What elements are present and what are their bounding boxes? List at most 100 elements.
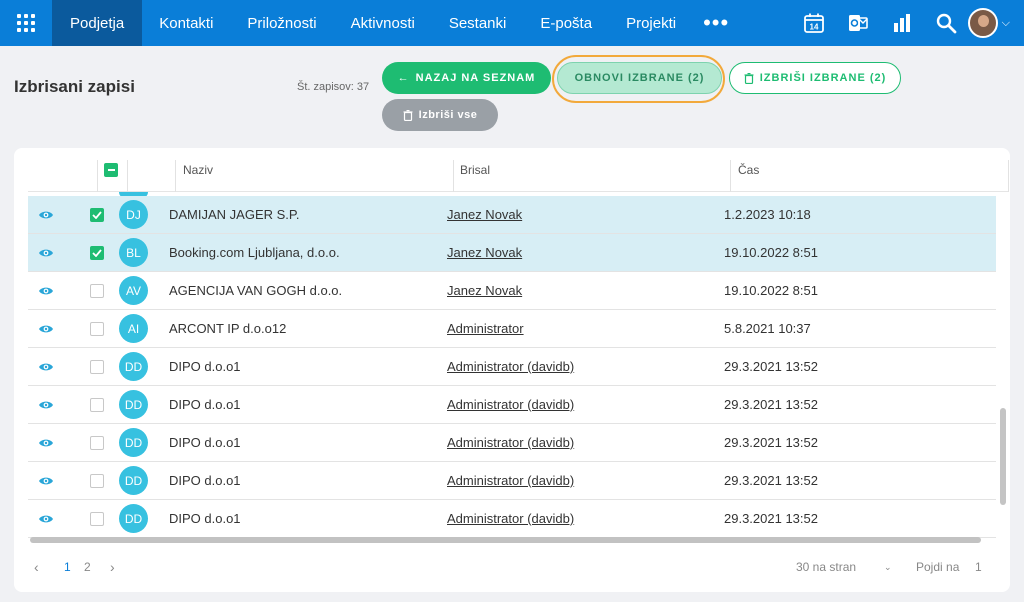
deleted-time: 29.3.2021 13:52: [724, 473, 818, 488]
record-name: DIPO d.o.o1: [169, 359, 241, 374]
table-row[interactable]: DD DIPO d.o.o1 Administrator (davidb) 29…: [28, 462, 996, 500]
restore-selected-button[interactable]: OBNOVI IZBRANE (2): [557, 62, 722, 94]
restore-selected-label: OBNOVI IZBRANE (2): [574, 72, 705, 84]
page-title: Izbrisani zapisi: [14, 77, 135, 96]
column-header-cas[interactable]: Čas: [738, 148, 759, 192]
delete-selected-label: IZBRIŠI IZBRANE (2): [759, 72, 887, 84]
table-row[interactable]: AI ARCONT IP d.o.o12 Administrator 5.8.2…: [28, 310, 996, 348]
back-to-list-button[interactable]: ← NAZAJ NA SEZNAM: [382, 62, 551, 94]
calendar-icon: 14: [803, 13, 824, 33]
eye-icon: [39, 211, 53, 218]
row-checkbox[interactable]: [90, 284, 104, 298]
nav-more-button[interactable]: •••: [693, 0, 739, 46]
search-button[interactable]: [924, 0, 968, 46]
table-row[interactable]: AV AGENCIJA VAN GOGH d.o.o. Janez Novak …: [28, 272, 996, 310]
deleted-time: 29.3.2021 13:52: [724, 359, 818, 374]
view-record-button[interactable]: [38, 462, 54, 499]
row-checkbox[interactable]: [90, 322, 104, 336]
select-all-checkbox[interactable]: [104, 148, 118, 192]
column-header-brisal[interactable]: Brisal: [460, 148, 490, 192]
column-divider: [730, 160, 731, 192]
apps-menu-button[interactable]: [0, 0, 52, 46]
row-checkbox[interactable]: [90, 246, 104, 260]
pagination: ‹ 1 2 › 30 na stran ⌄ Pojdi na 1: [14, 556, 1010, 586]
deleted-by-link[interactable]: Administrator: [447, 310, 524, 347]
delete-all-button[interactable]: Izbriši vse: [382, 99, 498, 131]
row-checkbox[interactable]: [90, 474, 104, 488]
record-name: ARCONT IP d.o.o12: [169, 321, 287, 336]
nav-priloznosti[interactable]: Priložnosti: [230, 0, 333, 46]
bar-chart-icon: [893, 14, 910, 32]
record-name: DIPO d.o.o1: [169, 435, 241, 450]
deleted-by-link[interactable]: Janez Novak: [447, 272, 522, 309]
user-avatar[interactable]: [967, 8, 998, 38]
avatar-initials: DD: [124, 473, 143, 488]
view-record-button[interactable]: [38, 310, 54, 347]
main-nav: Podjetja Kontakti Priložnosti Aktivnosti…: [52, 0, 739, 46]
table-row[interactable]: DD DIPO d.o.o1 Administrator (davidb) 29…: [28, 424, 996, 462]
view-record-button[interactable]: [38, 272, 54, 309]
deleted-records-table: Naziv Brisal Čas DJ DAMIJAN JAGER S.P. J…: [14, 148, 1010, 592]
nav-aktivnosti[interactable]: Aktivnosti: [334, 0, 432, 46]
svg-text:14: 14: [809, 23, 818, 32]
page-2[interactable]: 2: [84, 556, 91, 578]
table-row[interactable]: DD DIPO d.o.o1 Administrator (davidb) 29…: [28, 500, 996, 538]
table-row[interactable]: DD DIPO d.o.o1 Administrator (davidb) 29…: [28, 386, 996, 424]
goto-label: Pojdi na: [916, 560, 960, 574]
table-body: DJ DAMIJAN JAGER S.P. Janez Novak 1.2.20…: [28, 196, 996, 538]
chevron-down-icon[interactable]: ⌄: [884, 556, 892, 578]
column-divider: [97, 160, 98, 192]
nav-sestanki[interactable]: Sestanki: [432, 0, 524, 46]
deleted-by-link[interactable]: Janez Novak: [447, 196, 522, 233]
row-checkbox[interactable]: [90, 512, 104, 526]
deleted-by-link[interactable]: Administrator (davidb): [447, 424, 574, 461]
calendar-button[interactable]: 14: [792, 0, 836, 46]
record-name: DIPO d.o.o1: [169, 473, 241, 488]
table-row[interactable]: BL Booking.com Ljubljana, d.o.o. Janez N…: [28, 234, 996, 272]
chevron-right-icon[interactable]: ›: [110, 556, 115, 578]
nav-kontakti[interactable]: Kontakti: [142, 0, 230, 46]
per-page-select[interactable]: 30 na stran: [796, 556, 856, 578]
chevron-left-icon[interactable]: ‹: [34, 556, 39, 578]
avatar-initials: BL: [126, 245, 141, 260]
horizontal-scrollbar[interactable]: [30, 537, 981, 543]
row-checkbox[interactable]: [90, 208, 104, 222]
view-record-button[interactable]: [38, 424, 54, 461]
view-record-button[interactable]: [38, 386, 54, 423]
vertical-scrollbar-thumb[interactable]: [1000, 408, 1006, 505]
table-row[interactable]: DJ DAMIJAN JAGER S.P. Janez Novak 1.2.20…: [28, 196, 996, 234]
record-name: AGENCIJA VAN GOGH d.o.o.: [169, 283, 343, 298]
view-record-button[interactable]: [38, 196, 54, 233]
chevron-down-icon[interactable]: ⌵: [1002, 17, 1010, 30]
deleted-by-link[interactable]: Administrator (davidb): [447, 386, 574, 423]
row-checkbox[interactable]: [90, 360, 104, 374]
table-row[interactable]: DD DIPO d.o.o1 Administrator (davidb) 29…: [28, 348, 996, 386]
view-record-button[interactable]: [38, 234, 54, 271]
nav-eposta[interactable]: E-pošta: [523, 0, 609, 46]
row-checkbox[interactable]: [90, 436, 104, 450]
eye-icon: [39, 515, 53, 522]
deleted-by-link[interactable]: Administrator (davidb): [447, 348, 574, 385]
nav-podjetja[interactable]: Podjetja: [52, 0, 143, 46]
view-record-button[interactable]: [38, 500, 54, 537]
deleted-by-link[interactable]: Administrator (davidb): [447, 500, 574, 537]
nav-projekti[interactable]: Projekti: [609, 0, 693, 46]
trash-icon: [403, 109, 413, 121]
row-checkbox[interactable]: [90, 398, 104, 412]
avatar-initials: DJ: [126, 207, 141, 222]
delete-selected-button[interactable]: IZBRIŠI IZBRANE (2): [729, 62, 901, 94]
column-header-naziv[interactable]: Naziv: [183, 148, 213, 192]
deleted-time: 29.3.2021 13:52: [724, 435, 818, 450]
view-record-button[interactable]: [38, 348, 54, 385]
outlook-sync-button[interactable]: [836, 0, 880, 46]
page-1[interactable]: 1: [64, 556, 71, 578]
avatar-initials: DD: [124, 511, 143, 526]
record-avatar: AI: [119, 314, 148, 343]
goto-page-input[interactable]: 1: [975, 556, 982, 578]
deleted-time: 1.2.2023 10:18: [724, 207, 811, 222]
deleted-by-link[interactable]: Administrator (davidb): [447, 462, 574, 499]
deleted-by-link[interactable]: Janez Novak: [447, 234, 522, 271]
reports-button[interactable]: [880, 0, 924, 46]
record-avatar: DJ: [119, 200, 148, 229]
eye-icon: [39, 287, 53, 294]
